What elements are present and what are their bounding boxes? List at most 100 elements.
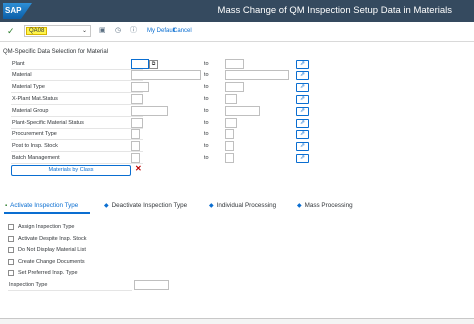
multiple-selection-button[interactable]: ⇗ [296,142,309,151]
batch-management-to-input[interactable] [225,153,234,163]
create-change-documents-label: Create Change Documents [18,259,85,265]
row-divider [11,116,143,117]
x-plant-status-label: X-Plant Mat.Status [12,96,58,102]
procurement-type-label: Procurement Type [12,131,57,137]
activate-despite-insp-stock-checkbox[interactable] [8,236,14,242]
material-group-to-input[interactable] [225,106,260,116]
material-type-from-input[interactable] [131,82,149,92]
command-field[interactable]: QA08 ⌄ [24,25,91,37]
row-divider [11,80,143,81]
row-divider [11,163,143,164]
tab-marker-icon: ◆ [209,203,214,209]
search-help-icon[interactable]: ⧉ [149,60,158,69]
inspection-type-input[interactable] [134,280,169,290]
assign-inspection-type-checkbox[interactable] [8,224,14,230]
footer-bar [0,318,474,324]
to-label: to [204,84,209,90]
row-divider [11,69,143,70]
multiple-selection-button[interactable]: ⇗ [296,119,309,128]
tab-strip: ▪ Activate Inspection Type ◆ Deactivate In… [0,200,474,212]
do-not-display-material-list-checkbox[interactable] [8,247,14,253]
batch-management-from-input[interactable] [131,153,140,163]
post-to-insp-stock-from-input[interactable] [131,141,140,151]
my-default-button[interactable]: My Default [147,28,176,34]
procurement-type-to-input[interactable] [225,129,234,139]
row-divider [11,151,143,152]
tab-mass-processing[interactable]: ◆ Mass Processing [297,202,353,209]
to-label: to [204,96,209,102]
app-title: Mass Change of QM Inspection Setup Data … [217,5,452,16]
multiple-selection-button[interactable]: ⇗ [296,154,309,163]
active-tab-marker-icon: ▪ [5,203,8,209]
x-plant-status-to-input[interactable] [225,94,237,104]
row-divider [11,92,143,93]
plant-specific-status-label: Plant-Specific Material Status [12,120,84,126]
row-divider [8,290,132,291]
to-label: to [204,72,209,78]
material-group-from-input[interactable] [131,106,168,116]
selection-group-title: QM-Specific Data Selection for Material [3,49,109,55]
plant-from-input[interactable] [131,59,149,69]
material-type-to-input[interactable] [225,82,244,92]
material-group-label: Material Group [12,108,49,114]
to-label: to [204,131,209,137]
tab-individual-processing[interactable]: ◆ Individual Processing [209,202,276,209]
assign-inspection-type-label: Assign Inspection Type [18,224,75,230]
plant-specific-status-to-input[interactable] [225,118,237,128]
save-icon[interactable]: ▣ [99,27,106,35]
tab-activate-inspection-type[interactable]: ▪ Activate Inspection Type [5,202,78,209]
info-icon[interactable]: ⓘ [130,27,137,35]
tab-label: Mass Processing [304,202,353,209]
create-change-documents-checkbox[interactable] [8,259,14,265]
multiple-selection-button[interactable]: ⇗ [296,95,309,104]
checkmark-icon[interactable]: ✓ [7,26,15,36]
multiple-selection-button[interactable]: ⇗ [296,83,309,92]
command-value[interactable]: QA08 [26,27,48,35]
plant-specific-status-from-input[interactable] [131,118,143,128]
material-type-label: Material Type [12,84,45,90]
row-divider [11,104,143,105]
post-to-insp-stock-to-input[interactable] [225,141,234,151]
delete-icon[interactable]: ✕ [135,164,142,174]
post-to-insp-stock-label: Post to Insp. Stock [12,143,58,149]
tab-marker-icon: ◆ [297,203,302,209]
material-label: Material [12,72,32,78]
multiple-selection-button[interactable]: ⇗ [296,107,309,116]
chevron-down-icon[interactable]: ⌄ [82,27,87,34]
cancel-button[interactable]: Cancel [173,28,192,34]
sap-logo: SAP [3,3,32,19]
material-from-input[interactable] [131,70,201,80]
shell-header: SAP Mass Change of QM Inspection Setup D… [0,0,474,22]
multiple-selection-button[interactable]: ⇗ [296,60,309,69]
x-plant-status-from-input[interactable] [131,94,143,104]
procurement-type-from-input[interactable] [131,129,140,139]
tab-label: Individual Processing [216,202,277,209]
tab-label: Deactivate Inspection Type [111,202,188,209]
do-not-display-material-list-label: Do Not Display Material List [18,247,86,253]
batch-management-label: Batch Management [12,155,60,161]
tab-marker-icon: ◆ [104,203,109,209]
row-divider [11,139,143,140]
to-label: to [204,143,209,149]
row-divider [11,128,143,129]
multiple-selection-button[interactable]: ⇗ [296,130,309,139]
activate-despite-insp-stock-label: Activate Despite Insp. Stock [18,236,87,242]
toolbar: ✓ QA08 ⌄ ▣ ◷ ⓘ My Default Cancel [0,22,474,42]
plant-to-input[interactable] [225,59,244,69]
inspection-type-label: Inspection Type [9,282,48,288]
to-label: to [204,61,209,67]
tab-label: Activate Inspection Type [10,202,79,209]
settings-icon[interactable]: ◷ [115,27,121,35]
set-preferred-insp-type-checkbox[interactable] [8,270,14,276]
materials-by-class-button[interactable]: Materials by Class [11,165,131,176]
to-label: to [204,108,209,114]
tab-deactivate-inspection-type[interactable]: ◆ Deactivate Inspection Type [104,202,187,209]
to-label: to [204,120,209,126]
sap-logo-text: SAP [5,6,22,15]
plant-label: Plant [12,61,25,67]
active-tab-underline [4,212,90,214]
material-to-input[interactable] [225,70,289,80]
to-label: to [204,155,209,161]
set-preferred-insp-type-label: Set Preferred Insp. Type [18,270,78,276]
multiple-selection-button[interactable]: ⇗ [296,71,309,80]
